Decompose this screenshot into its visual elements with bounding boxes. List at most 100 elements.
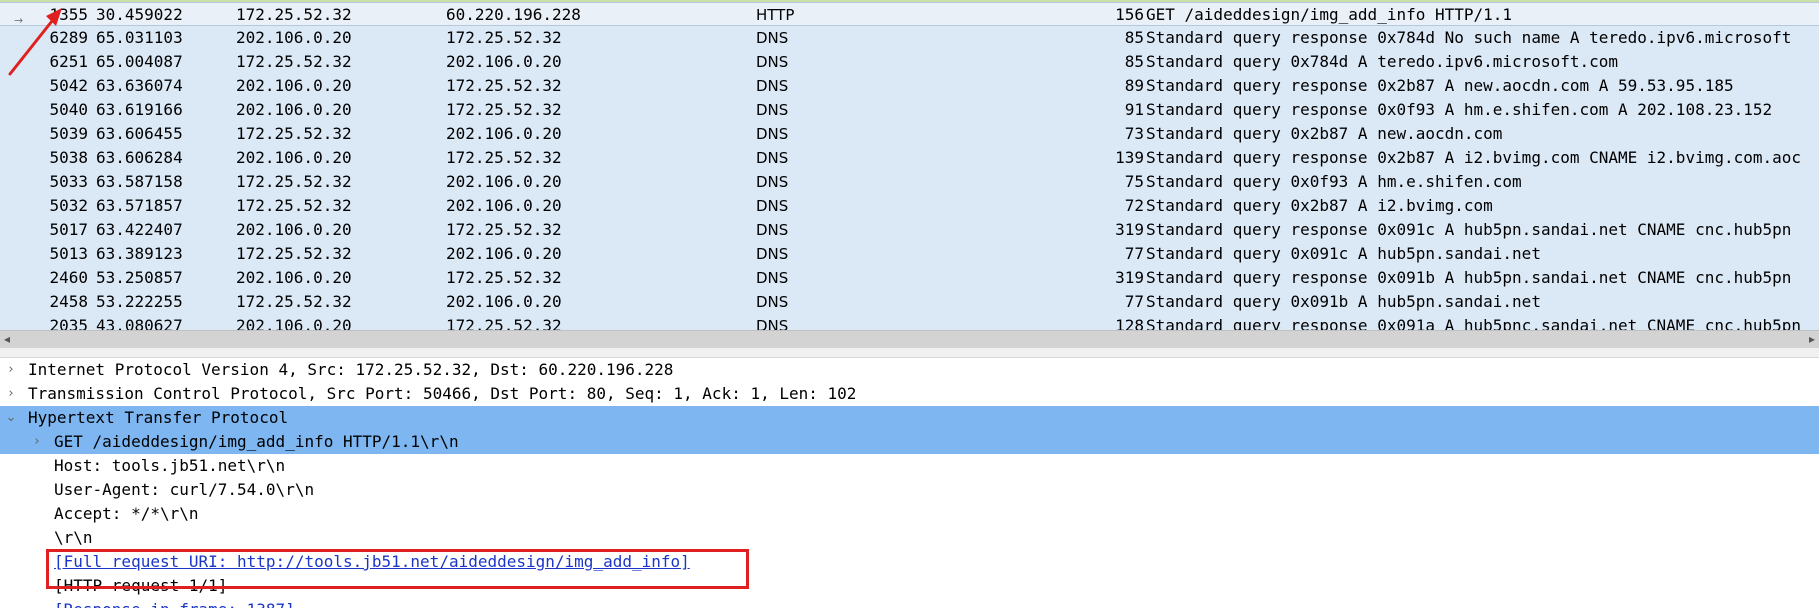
packet-destination: 202.106.0.20 — [446, 124, 562, 143]
packet-length: 77 — [1124, 292, 1144, 311]
packet-length: 75 — [1124, 172, 1144, 191]
chevron-right-icon[interactable]: › — [4, 382, 18, 406]
tree-item-get[interactable]: › GET /aideddesign/img_add_info HTTP/1.1… — [0, 430, 1819, 454]
scroll-left-icon[interactable]: ◂ — [4, 332, 10, 346]
tree-item-response-frame[interactable]: [Response in frame: 1387] — [0, 598, 1819, 608]
packet-row[interactable]: 5033 63.587158 172.25.52.32 202.106.0.20 DNS… — [0, 170, 1819, 194]
packet-source: 172.25.52.32 — [236, 196, 352, 215]
scroll-right-icon[interactable]: ▸ — [1809, 332, 1815, 346]
packet-no: 2035 — [49, 316, 88, 330]
packet-length: 77 — [1124, 244, 1144, 263]
tree-item-user-agent[interactable]: User-Agent: curl/7.54.0\r\n — [0, 478, 1819, 502]
packet-info: Standard query response 0x2b87 A new.aoc… — [1146, 76, 1734, 95]
packet-info: Standard query 0x091b A hub5pn.sandai.ne… — [1146, 292, 1541, 311]
packet-no: 5039 — [49, 124, 88, 143]
packet-info: GET /aideddesign/img_add_info HTTP/1.1 — [1146, 5, 1513, 24]
packet-row[interactable]: 2035 43.080627 202.106.0.20 172.25.52.32 DNS… — [0, 314, 1819, 330]
tree-item-accept[interactable]: Accept: */*\r\n — [0, 502, 1819, 526]
packet-row[interactable]: 5039 63.606455 172.25.52.32 202.106.0.20 DNS… — [0, 122, 1819, 146]
packet-source: 202.106.0.20 — [236, 76, 352, 95]
tree-item-ipv4[interactable]: › Internet Protocol Version 4, Src: 172.… — [0, 358, 1819, 382]
packet-protocol: DNS — [756, 317, 789, 330]
packet-length: 73 — [1124, 124, 1144, 143]
packet-info: Standard query response 0x0f93 A hm.e.sh… — [1146, 100, 1773, 119]
crlf-line: \r\n — [54, 528, 93, 547]
horizontal-scrollbar[interactable] — [0, 330, 1819, 348]
packet-source: 172.25.52.32 — [236, 124, 352, 143]
packet-row[interactable]: 5040 63.619166 202.106.0.20 172.25.52.32 DNS… — [0, 98, 1819, 122]
packet-length: 319 — [1115, 268, 1144, 287]
packet-row-selected[interactable]: → 1355 30.459022 172.25.52.32 60.220.196… — [0, 2, 1819, 27]
packet-info: Standard query 0x091c A hub5pn.sandai.ne… — [1146, 244, 1541, 263]
packet-destination: 172.25.52.32 — [446, 28, 562, 47]
tree-item-http[interactable]: ⌄ Hypertext Transfer Protocol — [0, 406, 1819, 430]
packet-row[interactable]: 5032 63.571857 172.25.52.32 202.106.0.20 DNS… — [0, 194, 1819, 218]
packet-no: 5040 — [49, 100, 88, 119]
packet-row[interactable]: 2460 53.250857 202.106.0.20 172.25.52.32 DNS… — [0, 266, 1819, 290]
packet-source: 202.106.0.20 — [236, 220, 352, 239]
packet-destination: 202.106.0.20 — [446, 244, 562, 263]
packet-source: 172.25.52.32 — [236, 52, 352, 71]
packet-info: Standard query response 0x091a A hub5pnc… — [1146, 316, 1802, 330]
packet-no: 5032 — [49, 196, 88, 215]
packet-destination: 172.25.52.32 — [446, 76, 562, 95]
packet-protocol: DNS — [756, 269, 789, 287]
packet-protocol: DNS — [756, 101, 789, 119]
packet-length: 89 — [1124, 76, 1144, 95]
packet-info: Standard query 0x0f93 A hm.e.shifen.com — [1146, 172, 1522, 191]
packet-protocol: DNS — [756, 77, 789, 95]
packet-row[interactable]: 2458 53.222255 172.25.52.32 202.106.0.20 DNS… — [0, 290, 1819, 314]
tree-item-host[interactable]: Host: tools.jb51.net\r\n — [0, 454, 1819, 478]
packet-no: 2458 — [49, 292, 88, 311]
packet-source: 202.106.0.20 — [236, 100, 352, 119]
packet-protocol: HTTP — [756, 6, 795, 24]
http-summary: Hypertext Transfer Protocol — [28, 408, 289, 427]
packet-protocol: DNS — [756, 29, 789, 47]
packet-row[interactable]: 6289 65.031103 202.106.0.20 172.25.52.32 DNS… — [0, 26, 1819, 50]
packet-time: 63.619166 — [96, 100, 183, 119]
packet-time: 63.587158 — [96, 172, 183, 191]
packet-info: Standard query response 0x784d No such n… — [1146, 28, 1792, 47]
packet-length: 319 — [1115, 220, 1144, 239]
packet-protocol: DNS — [756, 221, 789, 239]
packet-info: Standard query response 0x091b A hub5pn.… — [1146, 268, 1792, 287]
chevron-right-icon[interactable]: › — [4, 358, 18, 382]
packet-row[interactable]: 5042 63.636074 202.106.0.20 172.25.52.32 DNS… — [0, 74, 1819, 98]
packet-source: 172.25.52.32 — [236, 244, 352, 263]
response-frame-link[interactable]: [Response in frame: 1387] — [54, 598, 295, 608]
packet-row[interactable]: 5038 63.606284 202.106.0.20 172.25.52.32 DNS… — [0, 146, 1819, 170]
packet-time: 63.389123 — [96, 244, 183, 263]
packet-source: 202.106.0.20 — [236, 316, 352, 330]
pane-splitter[interactable] — [0, 348, 1819, 358]
packet-protocol: DNS — [756, 293, 789, 311]
packet-source: 172.25.52.32 — [236, 172, 352, 191]
packet-time: 43.080627 — [96, 316, 183, 330]
chevron-right-icon[interactable]: › — [30, 430, 44, 454]
packet-protocol: DNS — [756, 149, 789, 167]
packet-row[interactable]: 6251 65.004087 172.25.52.32 202.106.0.20 DNS… — [0, 50, 1819, 74]
tree-item-crlf[interactable]: \r\n — [0, 526, 1819, 550]
get-request-line: GET /aideddesign/img_add_info HTTP/1.1\r… — [54, 432, 459, 451]
packet-time: 63.571857 — [96, 196, 183, 215]
packet-info: Standard query response 0x091c A hub5pn.… — [1146, 220, 1792, 239]
packet-list[interactable]: → 1355 30.459022 172.25.52.32 60.220.196… — [0, 0, 1819, 330]
packet-time: 63.606455 — [96, 124, 183, 143]
chevron-down-icon[interactable]: ⌄ — [4, 406, 18, 430]
tree-item-tcp[interactable]: › Transmission Control Protocol, Src Por… — [0, 382, 1819, 406]
packet-row[interactable]: 5013 63.389123 172.25.52.32 202.106.0.20 DNS… — [0, 242, 1819, 266]
packet-no: 5013 — [49, 244, 88, 263]
packet-no: 5017 — [49, 220, 88, 239]
red-arrow-icon — [8, 8, 62, 76]
packet-no: 5033 — [49, 172, 88, 191]
packet-info: Standard query response 0x2b87 A i2.bvim… — [1146, 148, 1802, 167]
packet-no: 5038 — [49, 148, 88, 167]
packet-time: 63.606284 — [96, 148, 183, 167]
packet-info: Standard query 0x784d A teredo.ipv6.micr… — [1146, 52, 1619, 71]
packet-destination: 202.106.0.20 — [446, 52, 562, 71]
packet-length: 85 — [1124, 28, 1144, 47]
packet-destination: 172.25.52.32 — [446, 148, 562, 167]
packet-destination: 202.106.0.20 — [446, 172, 562, 191]
packet-no: 2460 — [49, 268, 88, 287]
packet-time: 53.250857 — [96, 268, 183, 287]
packet-row[interactable]: 5017 63.422407 202.106.0.20 172.25.52.32 DNS… — [0, 218, 1819, 242]
